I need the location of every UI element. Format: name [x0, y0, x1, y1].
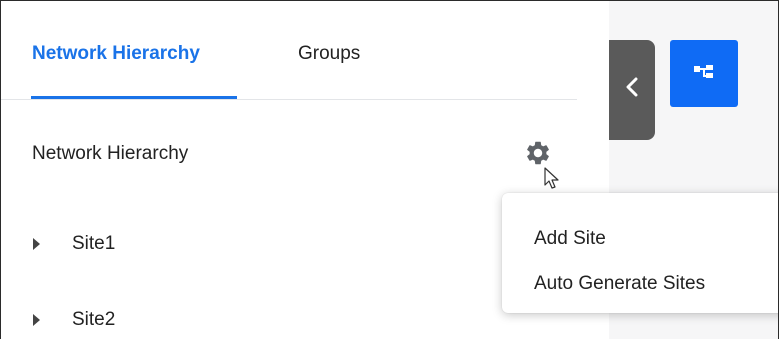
hierarchy-tree-icon [694, 65, 713, 78]
settings-context-menu: Add Site Auto Generate Sites [502, 193, 778, 313]
tree-item-label: Site2 [72, 309, 116, 330]
active-tab-indicator [31, 96, 237, 99]
tree-item-label: Site1 [72, 233, 116, 254]
tab-groups[interactable]: Groups [298, 43, 360, 65]
gear-icon[interactable] [524, 139, 552, 167]
chevron-left-icon [626, 77, 638, 97]
hierarchy-view-button[interactable] [670, 40, 738, 107]
caret-right-icon[interactable] [33, 314, 40, 326]
caret-right-icon[interactable] [33, 238, 40, 250]
tab-bar: Network Hierarchy Groups [1, 1, 577, 100]
menu-item-add-site[interactable]: Add Site [534, 228, 606, 250]
tree-item-site2[interactable]: Site2 [33, 306, 115, 334]
app-frame: Network Hierarchy Groups Network Hierarc… [0, 0, 779, 339]
tab-network-hierarchy[interactable]: Network Hierarchy [32, 43, 200, 65]
mouse-cursor-icon [544, 167, 562, 191]
tree-item-site1[interactable]: Site1 [33, 230, 115, 258]
section-title: Network Hierarchy [32, 143, 189, 164]
collapse-panel-button[interactable] [609, 40, 655, 140]
menu-item-auto-generate-sites[interactable]: Auto Generate Sites [534, 273, 705, 295]
